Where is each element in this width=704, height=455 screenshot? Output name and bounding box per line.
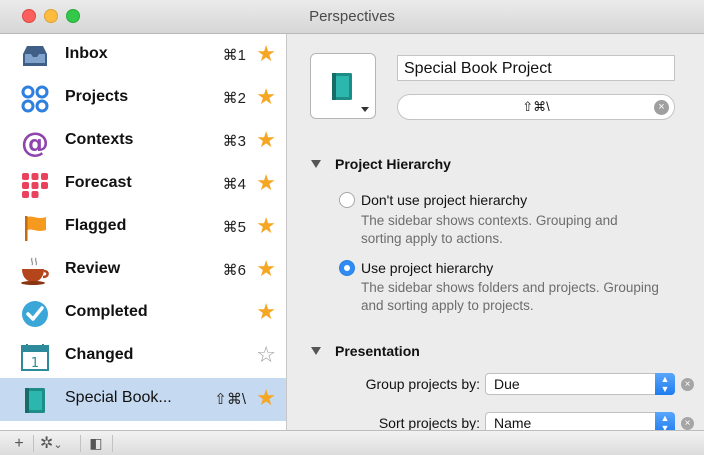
bottom-toolbar: + ✲⌄ ◧ [0,430,704,455]
window-title: Perspectives [309,8,395,25]
star-icon[interactable]: ★ [256,385,276,411]
inbox-icon [23,46,47,66]
forecast-icon [22,173,48,198]
sidebar-item-label: Inbox [65,45,108,62]
add-perspective-button[interactable]: + [10,434,28,453]
keyboard-shortcut: ⌘3 [222,133,246,150]
review-icon [21,257,49,285]
perspective-detail-pane: Special Book Project ⇧⌘\ × Project Hiera… [287,34,704,434]
toolbar-divider [33,435,34,452]
sidebar-item-label: Forecast [65,174,132,191]
sidebar-item-label: Flagged [65,217,127,234]
keyboard-shortcut: ⌘6 [222,262,246,279]
group-projects-popup[interactable]: Due ▲ ▼ [485,373,675,395]
book-icon [25,388,45,413]
sidebar-item-completed[interactable]: Completed ★ [0,292,286,335]
toolbar-divider [112,435,113,452]
sidebar-item-inbox[interactable]: Inbox ⌘1 ★ [0,34,286,77]
keyboard-shortcut: ⌘4 [222,176,246,193]
sidebar-item-projects[interactable]: Projects ⌘2 ★ [0,77,286,120]
keyboard-shortcut: ⌘2 [222,90,246,107]
dont-use-hierarchy-description: The sidebar shows contexts. Grouping and… [361,213,618,246]
flag-icon [25,216,46,241]
sort-projects-label: Sort projects by: [378,415,480,431]
star-icon[interactable]: ★ [256,256,276,282]
contexts-icon: @ [21,127,49,157]
gear-icon: ✲ [40,435,54,452]
project-hierarchy-header[interactable]: Project Hierarchy [311,156,451,172]
presentation-header[interactable]: Presentation [311,343,420,359]
star-icon[interactable]: ★ [256,170,276,196]
keyboard-shortcut: ⇧⌘\ [214,391,246,408]
toolbar-divider [80,435,81,452]
clear-shortcut-button[interactable]: × [654,100,669,115]
perspective-icon-picker[interactable] [310,53,376,119]
star-icon[interactable]: ★ [256,41,276,67]
sidebar-item-special-book-project[interactable]: Special Book... ⇧⌘\ ★ [0,378,286,421]
projects-icon [21,85,49,113]
star-icon[interactable]: ★ [256,127,276,153]
perspective-name-field[interactable]: Special Book Project [397,55,675,81]
section-title: Project Hierarchy [335,156,451,172]
clear-sort-button[interactable]: × [681,417,694,430]
chevron-down-icon: ⌄ [53,439,63,451]
sort-projects-value: Name [494,415,532,431]
sidebar-item-flagged[interactable]: Flagged ⌘5 ★ [0,206,286,249]
dont-use-hierarchy-label[interactable]: Don't use project hierarchy [361,192,527,208]
sidebar-item-label: Completed [65,303,148,320]
sidebar-item-label: Special Book... [65,389,172,406]
keyboard-shortcut-field[interactable]: ⇧⌘\ × [397,94,675,120]
disclosure-triangle-icon[interactable] [311,347,321,355]
dont-use-hierarchy-radio[interactable] [339,192,355,208]
clear-group-button[interactable]: × [681,378,694,391]
svg-text:@: @ [21,127,49,157]
chevron-down-icon [361,107,369,112]
sidebar-item-label: Review [65,260,121,277]
sidebar-item-label: Changed [65,346,134,363]
sidebar-toggle-icon[interactable]: ◧ [87,434,105,453]
book-icon [332,73,352,100]
disclosure-triangle-icon[interactable] [311,160,321,168]
action-menu-button[interactable]: ✲⌄ [40,434,72,453]
calendar-icon: 1 [21,344,49,371]
title-bar[interactable]: Perspectives [0,0,704,34]
sidebar-item-forecast[interactable]: Forecast ⌘4 ★ [0,163,286,206]
group-projects-label: Group projects by: [365,376,480,392]
sidebar-item-changed[interactable]: 1 Changed ☆ [0,335,286,378]
shortcut-value: ⇧⌘\ [522,99,550,114]
keyboard-shortcut: ⌘5 [222,219,246,236]
perspectives-sidebar: Inbox ⌘1 ★ Projects ⌘2 ★ @ Contexts ⌘3 ★ [0,34,287,430]
star-icon[interactable]: ★ [256,213,276,239]
use-hierarchy-radio[interactable] [339,260,355,276]
group-projects-value: Due [494,376,520,392]
up-down-arrows-icon: ▲ ▼ [655,373,675,395]
sidebar-item-review[interactable]: Review ⌘6 ★ [0,249,286,292]
completed-icon [22,301,48,327]
sidebar-item-label: Projects [65,88,129,105]
section-title: Presentation [335,343,420,359]
perspectives-window: Perspectives Inbox ⌘1 ★ Projects ⌘2 ★ @ … [0,0,704,455]
star-outline-icon[interactable]: ☆ [256,342,276,368]
svg-text:1: 1 [31,356,39,371]
sidebar-item-contexts[interactable]: @ Contexts ⌘3 ★ [0,120,286,163]
star-icon[interactable]: ★ [256,299,276,325]
keyboard-shortcut: ⌘1 [222,47,246,64]
use-hierarchy-description: The sidebar shows folders and projects. … [361,280,659,313]
use-hierarchy-label[interactable]: Use project hierarchy [361,260,493,276]
sidebar-item-label: Contexts [65,131,134,148]
star-icon[interactable]: ★ [256,84,276,110]
